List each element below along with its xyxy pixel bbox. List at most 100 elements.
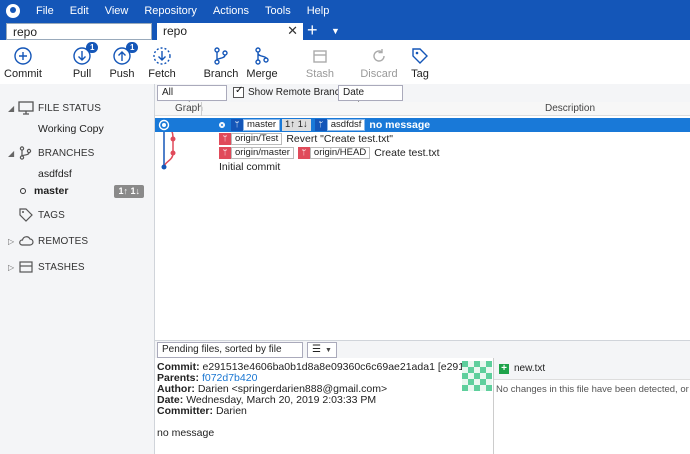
- branch-icon: ᛘ: [219, 147, 231, 159]
- diff-pane: + new.txt No changes in this file have b…: [493, 358, 690, 454]
- tab-label: repo: [163, 24, 188, 38]
- tag-icon: [19, 208, 33, 222]
- remote-branch-label[interactable]: ᛘ origin/HEAD: [297, 147, 371, 159]
- menu-repository[interactable]: Repository: [136, 0, 205, 22]
- fetch-label: Fetch: [148, 68, 176, 80]
- commit-label: Commit: [4, 68, 42, 80]
- commit-row[interactable]: ᛘ origin/master ᛘ origin/HEAD Create test.…: [155, 146, 690, 160]
- branch-filter-select[interactable]: All Branches▼: [157, 85, 227, 112]
- branch-icon: ᛘ: [297, 147, 310, 159]
- branch-name: master: [34, 185, 69, 197]
- stash-icon: [19, 261, 33, 273]
- chevron-down-icon: ◢: [8, 103, 15, 113]
- checkbox-checked[interactable]: [233, 85, 244, 98]
- fetch-button[interactable]: Fetch: [137, 46, 187, 80]
- current-branch-icon: [20, 188, 26, 195]
- branch-label-asdfdsf[interactable]: ᛘ asdfdsf: [314, 119, 366, 131]
- sidebar-section-label: TAGS: [38, 209, 65, 221]
- sidebar-item-branch-master[interactable]: master 1↑ 1↓: [20, 185, 150, 199]
- graph-column-header[interactable]: Graph: [175, 103, 203, 114]
- chevron-right-icon: ▷: [8, 236, 15, 246]
- sidebar-section-branches[interactable]: ◢ BRANCHES: [8, 145, 94, 161]
- title-bar: File Edit View Repository Actions Tools …: [0, 0, 690, 22]
- commit-row[interactable]: Initial commit: [155, 160, 690, 174]
- tracking-badge: 1↑ 1↓: [114, 185, 144, 198]
- sidebar-item-branch-asdfdsf[interactable]: asdfdsf: [38, 168, 72, 180]
- tab-repo-2[interactable]: repo ✕: [157, 23, 303, 40]
- toolbar: Commit 1 Pull 1 Push Fetch Branch Merge …: [0, 40, 690, 84]
- head-commit-icon: [158, 119, 170, 131]
- stash-button[interactable]: Stash: [295, 46, 345, 80]
- order-select[interactable]: Date Order▼: [338, 85, 403, 112]
- pending-files-sort-select[interactable]: Pending files, sorted by file name▼: [157, 342, 303, 369]
- new-tab-button[interactable]: +: [307, 21, 318, 39]
- merge-label: Merge: [246, 68, 278, 80]
- commit-node-icon: [219, 122, 225, 128]
- list-icon: ☰: [312, 344, 321, 355]
- commit-message: no message: [369, 119, 431, 131]
- commit-details: Commit: e291513e4606ba0b1d8a8e09360c6c69…: [155, 358, 493, 454]
- chevron-down-icon: ◢: [8, 148, 15, 158]
- description-column-header[interactable]: Description: [545, 103, 595, 114]
- fetch-icon: [153, 47, 171, 65]
- branch-icon: [19, 146, 32, 160]
- tab-label: repo: [13, 25, 38, 39]
- sidebar-section-tags[interactable]: TAGS: [8, 207, 65, 223]
- sidebar-section-label: FILE STATUS: [38, 102, 101, 114]
- commit-message: Initial commit: [219, 161, 281, 173]
- sidebar-section-label: REMOTES: [38, 235, 89, 247]
- stash-label: Stash: [305, 68, 335, 80]
- discard-icon: [373, 49, 385, 62]
- history-filter-bar: All Branches▼ Show Remote Branches Date …: [155, 84, 690, 112]
- sidebar-section-label: STASHES: [38, 261, 85, 273]
- diff-file-header[interactable]: + new.txt: [494, 358, 690, 380]
- diff-message: No changes in this file have been detect…: [496, 384, 690, 395]
- tag-icon: [412, 48, 428, 64]
- committer-line: Committer: Darien: [157, 405, 247, 417]
- view-options-button[interactable]: ☰ ▼: [307, 342, 337, 358]
- sidebar-section-remotes[interactable]: ▷ REMOTES: [8, 233, 88, 249]
- commit-row[interactable]: ᛘ origin/Test Revert "Create test.txt": [155, 132, 690, 146]
- tag-button[interactable]: Tag: [395, 46, 445, 80]
- author-avatar: [462, 361, 492, 391]
- commit-full-message: no message: [157, 427, 215, 439]
- sidebar-section-file-status[interactable]: ◢ FILE STATUS: [8, 100, 101, 116]
- tab-repo-1[interactable]: repo: [6, 23, 152, 40]
- commit-history-list: ᛘ master 1↑ 1↓ ᛘ asdfdsf no message ᛘ origin…: [155, 117, 690, 340]
- commit-message: Create test.txt: [374, 147, 440, 159]
- commit-button[interactable]: Commit: [0, 46, 48, 80]
- file-list-toolbar: Pending files, sorted by file name▼ ☰▼: [155, 340, 690, 369]
- menu-edit[interactable]: Edit: [62, 0, 97, 22]
- remote-branch-label[interactable]: ᛘ origin/master: [219, 147, 294, 159]
- menu-view[interactable]: View: [97, 0, 137, 22]
- sidebar-section-label: BRANCHES: [38, 147, 95, 159]
- branch-label-master[interactable]: ᛘ master 1↑ 1↓: [231, 119, 311, 131]
- remote-branch-label[interactable]: ᛘ origin/Test: [219, 133, 283, 145]
- sidebar-item-working-copy[interactable]: Working Copy: [38, 123, 104, 135]
- branch-icon: ᛘ: [219, 133, 231, 145]
- diff-file-name: new.txt: [514, 363, 546, 374]
- merge-icon: [255, 47, 269, 65]
- menu-tools[interactable]: Tools: [257, 0, 299, 22]
- menu-file[interactable]: File: [28, 0, 62, 22]
- merge-button[interactable]: Merge: [237, 46, 287, 80]
- chevron-down-icon[interactable]: ▼: [331, 22, 340, 40]
- column-divider[interactable]: [201, 102, 202, 116]
- tag-label: Tag: [411, 68, 429, 80]
- menu-actions[interactable]: Actions: [205, 0, 257, 22]
- branch-label: Branch: [203, 68, 239, 80]
- commit-icon: [14, 47, 32, 65]
- sidebar: ◢ FILE STATUS Working Copy ◢ BRANCHES as…: [0, 84, 155, 454]
- menu-help[interactable]: Help: [299, 0, 338, 22]
- monitor-icon: [18, 101, 34, 115]
- tab-row: repo repo ✕ + ▼: [0, 21, 690, 40]
- chevron-down-icon: ▼: [324, 347, 332, 354]
- commit-row[interactable]: ᛘ master 1↑ 1↓ ᛘ asdfdsf no message: [155, 118, 690, 132]
- commit-message: Revert "Create test.txt": [286, 133, 393, 145]
- sidebar-section-stashes[interactable]: ▷ STASHES: [8, 259, 85, 275]
- history-column-headers: Graph Description: [155, 102, 690, 116]
- branch-icon: ᛘ: [314, 119, 327, 131]
- push-label: Push: [109, 68, 135, 80]
- cloud-icon: [19, 236, 34, 246]
- close-icon[interactable]: ✕: [287, 23, 298, 39]
